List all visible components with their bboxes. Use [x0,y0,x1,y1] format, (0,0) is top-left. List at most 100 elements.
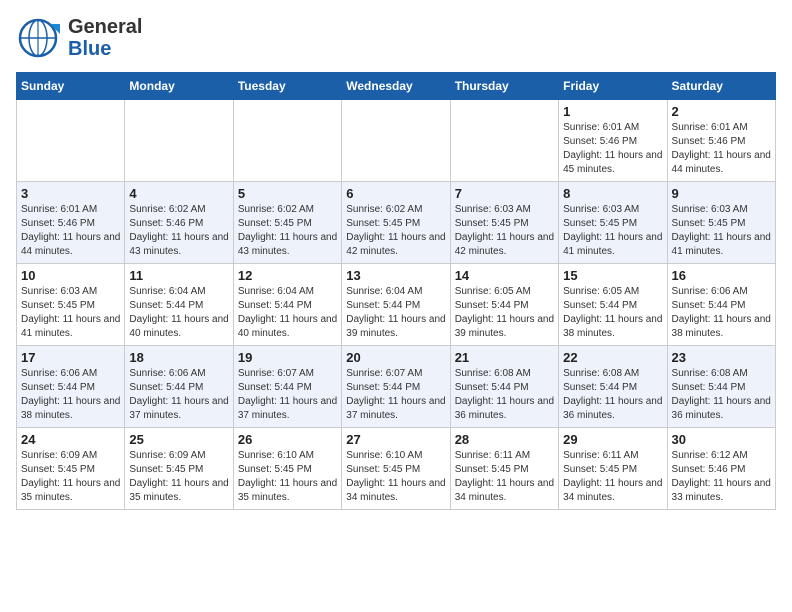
calendar-cell: 29 Sunrise: 6:11 AM Sunset: 5:45 PM Dayli… [559,428,667,510]
calendar-week-row: 24 Sunrise: 6:09 AM Sunset: 5:45 PM Dayli… [17,428,776,510]
calendar-week-row: 10Sunrise: 6:03 AM Sunset: 5:45 PM Dayli… [17,264,776,346]
weekday-header-thursday: Thursday [450,73,558,100]
day-number: 1 [563,104,662,119]
calendar-cell [450,100,558,182]
day-info: Sunrise: 6:06 AM Sunset: 5:44 PM Dayligh… [672,285,771,341]
day-info: Sunrise: 6:03 AM Sunset: 5:45 PM Dayligh… [672,203,771,259]
day-info: Sunrise: 6:02 AM Sunset: 5:45 PM Dayligh… [346,203,445,259]
day-info: Sunrise: 6:08 AM Sunset: 5:44 PM Dayligh… [455,367,554,423]
calendar-cell: 4Sunrise: 6:02 AM Sunset: 5:46 PM Daylig… [125,182,233,264]
weekday-header-tuesday: Tuesday [233,73,341,100]
calendar-cell: 5Sunrise: 6:02 AM Sunset: 5:45 PM Daylig… [233,182,341,264]
day-number: 9 [672,186,771,201]
day-number: 26 [238,432,337,447]
logo-general-text: General [68,16,142,38]
calendar-cell: 1 Sunrise: 6:01 AM Sunset: 5:46 PM Daylig… [559,100,667,182]
calendar-cell: 14 Sunrise: 6:05 AM Sunset: 5:44 PM Dayli… [450,264,558,346]
day-number: 21 [455,350,554,365]
calendar-cell: 26 Sunrise: 6:10 AM Sunset: 5:45 PM Dayli… [233,428,341,510]
day-info: Sunrise: 6:09 AM Sunset: 5:45 PM Dayligh… [129,449,228,505]
calendar-cell: 23 Sunrise: 6:08 AM Sunset: 5:44 PM Dayli… [667,346,775,428]
calendar-cell: 24 Sunrise: 6:09 AM Sunset: 5:45 PM Dayli… [17,428,125,510]
day-number: 19 [238,350,337,365]
day-info: Sunrise: 6:11 AM Sunset: 5:45 PM Dayligh… [455,449,554,505]
calendar-cell: 27Sunrise: 6:10 AM Sunset: 5:45 PM Dayli… [342,428,450,510]
day-number: 13 [346,268,445,283]
logo-globe-icon [16,16,60,60]
page-header: General Blue [16,16,776,60]
weekday-header-monday: Monday [125,73,233,100]
day-info: Sunrise: 6:03 AM Sunset: 5:45 PM Dayligh… [21,285,120,341]
day-info: Sunrise: 6:08 AM Sunset: 5:44 PM Dayligh… [672,367,771,423]
calendar-cell: 12Sunrise: 6:04 AM Sunset: 5:44 PM Dayli… [233,264,341,346]
day-info: Sunrise: 6:01 AM Sunset: 5:46 PM Dayligh… [563,121,662,177]
calendar-cell: 8 Sunrise: 6:03 AM Sunset: 5:45 PM Daylig… [559,182,667,264]
day-info: Sunrise: 6:03 AM Sunset: 5:45 PM Dayligh… [563,203,662,259]
day-number: 3 [21,186,120,201]
day-info: Sunrise: 6:07 AM Sunset: 5:44 PM Dayligh… [346,367,445,423]
calendar-cell: 16 Sunrise: 6:06 AM Sunset: 5:44 PM Dayli… [667,264,775,346]
day-info: Sunrise: 6:10 AM Sunset: 5:45 PM Dayligh… [238,449,337,505]
day-info: Sunrise: 6:05 AM Sunset: 5:44 PM Dayligh… [455,285,554,341]
day-number: 20 [346,350,445,365]
day-number: 24 [21,432,120,447]
calendar-cell: 3Sunrise: 6:01 AM Sunset: 5:46 PM Daylig… [17,182,125,264]
day-number: 29 [563,432,662,447]
logo: General Blue [16,16,142,60]
day-number: 14 [455,268,554,283]
day-number: 15 [563,268,662,283]
day-number: 8 [563,186,662,201]
weekday-header-wednesday: Wednesday [342,73,450,100]
calendar-cell: 18 Sunrise: 6:06 AM Sunset: 5:44 PM Dayli… [125,346,233,428]
calendar-cell: 17Sunrise: 6:06 AM Sunset: 5:44 PM Dayli… [17,346,125,428]
day-info: Sunrise: 6:02 AM Sunset: 5:46 PM Dayligh… [129,203,228,259]
calendar-table: SundayMondayTuesdayWednesdayThursdayFrid… [16,72,776,510]
calendar-cell: 13Sunrise: 6:04 AM Sunset: 5:44 PM Dayli… [342,264,450,346]
calendar-cell: 21 Sunrise: 6:08 AM Sunset: 5:44 PM Dayli… [450,346,558,428]
calendar-cell: 11 Sunrise: 6:04 AM Sunset: 5:44 PM Dayli… [125,264,233,346]
day-number: 17 [21,350,120,365]
calendar-week-row: 1 Sunrise: 6:01 AM Sunset: 5:46 PM Daylig… [17,100,776,182]
day-number: 11 [129,268,228,283]
day-info: Sunrise: 6:12 AM Sunset: 5:46 PM Dayligh… [672,449,771,505]
weekday-header-saturday: Saturday [667,73,775,100]
day-number: 25 [129,432,228,447]
calendar-cell: 22Sunrise: 6:08 AM Sunset: 5:44 PM Dayli… [559,346,667,428]
day-number: 28 [455,432,554,447]
day-number: 2 [672,104,771,119]
calendar-header-row: SundayMondayTuesdayWednesdayThursdayFrid… [17,73,776,100]
calendar-cell [233,100,341,182]
day-info: Sunrise: 6:06 AM Sunset: 5:44 PM Dayligh… [129,367,228,423]
calendar-cell: 15 Sunrise: 6:05 AM Sunset: 5:44 PM Dayli… [559,264,667,346]
weekday-header-sunday: Sunday [17,73,125,100]
calendar-cell: 7Sunrise: 6:03 AM Sunset: 5:45 PM Daylig… [450,182,558,264]
day-number: 16 [672,268,771,283]
calendar-cell: 10Sunrise: 6:03 AM Sunset: 5:45 PM Dayli… [17,264,125,346]
day-info: Sunrise: 6:04 AM Sunset: 5:44 PM Dayligh… [129,285,228,341]
day-number: 27 [346,432,445,447]
day-info: Sunrise: 6:01 AM Sunset: 5:46 PM Dayligh… [672,121,771,177]
day-info: Sunrise: 6:05 AM Sunset: 5:44 PM Dayligh… [563,285,662,341]
calendar-cell: 9 Sunrise: 6:03 AM Sunset: 5:45 PM Daylig… [667,182,775,264]
calendar-cell: 20 Sunrise: 6:07 AM Sunset: 5:44 PM Dayli… [342,346,450,428]
calendar-cell: 30Sunrise: 6:12 AM Sunset: 5:46 PM Dayli… [667,428,775,510]
day-number: 7 [455,186,554,201]
day-info: Sunrise: 6:11 AM Sunset: 5:45 PM Dayligh… [563,449,662,505]
logo-blue-text: Blue [68,38,111,60]
day-info: Sunrise: 6:08 AM Sunset: 5:44 PM Dayligh… [563,367,662,423]
day-number: 6 [346,186,445,201]
calendar-cell: 2 Sunrise: 6:01 AM Sunset: 5:46 PM Daylig… [667,100,775,182]
calendar-week-row: 17 Sunrise: 6:06 AM Sunset: 5:44 PM Dayli… [17,346,776,428]
calendar-cell [342,100,450,182]
day-info: Sunrise: 6:07 AM Sunset: 5:44 PM Dayligh… [238,367,337,423]
calendar-week-row: 3Sunrise: 6:01 AM Sunset: 5:46 PM Daylig… [17,182,776,264]
day-number: 5 [238,186,337,201]
calendar-cell: 6 Sunrise: 6:02 AM Sunset: 5:45 PM Daylig… [342,182,450,264]
calendar-cell: 19 Sunrise: 6:07 AM Sunset: 5:44 PM Dayli… [233,346,341,428]
day-info: Sunrise: 6:09 AM Sunset: 5:45 PM Dayligh… [21,449,120,505]
calendar-cell: 28 Sunrise: 6:11 AM Sunset: 5:45 PM Dayli… [450,428,558,510]
calendar-cell [17,100,125,182]
day-number: 18 [129,350,228,365]
calendar-cell [125,100,233,182]
day-number: 23 [672,350,771,365]
